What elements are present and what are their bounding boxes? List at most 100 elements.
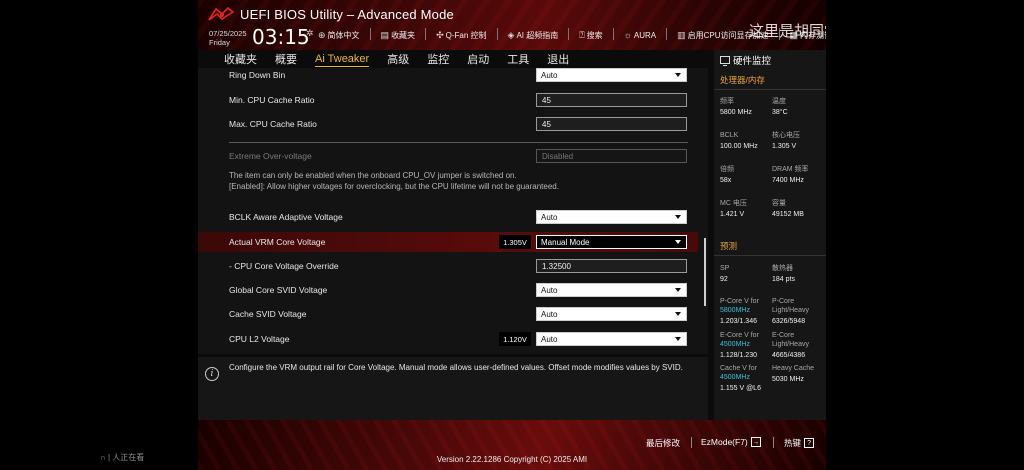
toolbar-item-search[interactable]: ⍰ 搜索 (579, 28, 602, 42)
vrm-core-mode-select[interactable]: Manual Mode (536, 235, 687, 249)
ring-down-bin-select[interactable]: Auto (536, 68, 687, 82)
setting-label: BCLK Aware Adaptive Voltage (229, 212, 343, 222)
hw-value: 184 pts (772, 276, 795, 283)
l2-voltage-select[interactable]: Auto (536, 332, 687, 346)
help-text: Configure the VRM output rail for Core V… (229, 363, 683, 372)
setting-row-vrm-core-voltage[interactable]: Actual VRM Core Voltage 1.305V Manual Mo… (198, 232, 698, 252)
hw-frequency: 频率 5800 MHz (720, 97, 752, 117)
tab-3[interactable]: 高级 (387, 51, 409, 67)
tab-1[interactable]: 概要 (275, 51, 297, 67)
hw-section-prediction: 预测 (714, 240, 826, 256)
hw-title-text: 硬件监控 (733, 56, 772, 67)
hw-value: 4665/4386 (772, 352, 806, 359)
footer-divider (773, 437, 774, 448)
setting-label: Actual VRM Core Voltage (229, 237, 326, 247)
caret-down-icon (675, 288, 681, 292)
setting-row-cache-svid[interactable]: Cache SVID Voltage Auto (198, 304, 698, 324)
setting-label: Ring Down Bin (229, 70, 286, 80)
caret-down-icon (675, 312, 681, 316)
tab-2[interactable]: Ai Tweaker (315, 53, 370, 67)
app-title: UEFI BIOS Utility – Advanced Mode (240, 7, 454, 22)
toolbar-divider (666, 28, 668, 40)
hw-pcore-light-heavy: P-Core Light/Heavy 6326/5948 (772, 297, 822, 326)
hw-key: DRAM 频率 (772, 166, 809, 173)
tab-6[interactable]: 工具 (507, 51, 529, 67)
toolbar-divider (425, 28, 427, 40)
hw-key: E-Core Light/Heavy (772, 332, 809, 348)
toolbar-divider (612, 28, 614, 40)
hw-mc-voltage: MC 电压 1.421 V (720, 199, 747, 219)
footer-label: EzMode(F7) (701, 437, 748, 447)
tab-0[interactable]: 收藏夹 (224, 51, 257, 67)
setting-row-global-svid[interactable]: Global Core SVID Voltage Auto (198, 280, 698, 300)
hw-freq: 4500MHz (720, 341, 750, 348)
clock-time[interactable]: 03:15 (252, 25, 310, 49)
video-watermark: 这里是胡同学bilibili (749, 20, 826, 44)
toolbar-divider (568, 28, 570, 40)
cache-svid-select[interactable]: Auto (536, 307, 687, 321)
help-panel: i Configure the VRM output rail for Core… (198, 357, 708, 420)
hw-key: Cache V for (720, 365, 757, 372)
toolbar-item-label: Q-Fan 控制 (445, 30, 487, 40)
setting-row-core-voltage-override[interactable]: - CPU Core Voltage Override 1.32500 (198, 256, 698, 276)
toolbar-item-bookmark[interactable]: ▤ 收藏夹 (381, 28, 416, 42)
bookmark-icon: ▤ (380, 29, 390, 40)
aura-icon: ☼ (623, 30, 632, 40)
setting-label: Cache SVID Voltage (229, 309, 307, 319)
setting-label: Global Core SVID Voltage (229, 285, 328, 295)
setting-row-min-cache-ratio[interactable]: Min. CPU Cache Ratio 45 (198, 90, 698, 110)
caret-down-icon (675, 337, 681, 341)
stream-viewer-status: ∩ | 人正在看 (100, 453, 145, 462)
ezmode-button[interactable]: EzMode(F7) → (701, 437, 761, 447)
setting-row-l2-voltage[interactable]: CPU L2 Voltage 1.120V Auto (198, 329, 698, 349)
footer-label: 最后修改 (646, 438, 681, 448)
min-cache-ratio-input[interactable]: 45 (536, 93, 687, 107)
setting-label: Extreme Over-voltage (229, 151, 312, 161)
tab-7[interactable]: 退出 (547, 51, 569, 67)
hw-pcore-v: P-Core V for 5800MHz 1.203/1.346 (720, 297, 770, 326)
header-bar: UEFI BIOS Utility – Advanced Mode 07/25/… (198, 0, 826, 50)
footer-divider (691, 437, 692, 448)
setting-row-ring-down-bin[interactable]: Ring Down Bin Auto (198, 68, 698, 85)
toolbar-item-fan[interactable]: ✣ Q-Fan 控制 (436, 28, 486, 42)
select-value: Auto (541, 70, 558, 80)
toolbar-item-aura[interactable]: ☼ AURA (624, 28, 656, 42)
hw-value: 38°C (772, 109, 788, 116)
hw-dram-frequency: DRAM 频率 7400 MHz (772, 165, 809, 185)
voltage-reading-badge: 1.120V (499, 332, 531, 346)
date-text: 07/25/2025 (209, 29, 247, 38)
global-svid-select[interactable]: Auto (536, 283, 687, 297)
help-icon: ? (804, 438, 815, 448)
hw-key: E-Core V for (720, 332, 759, 339)
toolbar-item-globe[interactable]: ⊕ 简体中文 (318, 28, 360, 42)
hw-value: 100.00 MHz (720, 143, 758, 150)
clock-settings-icon[interactable]: ✲ (306, 28, 314, 39)
hw-key: 倍频 (720, 166, 734, 173)
main-tabs: 收藏夹 概要 Ai Tweaker 高级 监控 启动 工具 退出 (198, 50, 708, 68)
tab-4[interactable]: 监控 (427, 51, 449, 67)
max-cache-ratio-input[interactable]: 45 (536, 117, 687, 131)
toolbar-item-ai[interactable]: ◈ AI 超频指南 (508, 28, 559, 42)
bclk-aware-select[interactable]: Auto (536, 210, 687, 224)
last-modified-button[interactable]: 最后修改 (646, 437, 680, 449)
hotkeys-button[interactable]: 热键? (784, 437, 815, 449)
hw-temperature: 温度 38°C (772, 97, 788, 117)
version-text: Version 2.22.1286 Copyright (C) 2025 AMI (436, 455, 588, 464)
extreme-ov-note: The item can only be enabled when the on… (229, 171, 559, 191)
setting-row-bclk-aware[interactable]: BCLK Aware Adaptive Voltage Auto (198, 207, 698, 227)
hw-key: MC 电压 (720, 200, 747, 207)
setting-row-max-cache-ratio[interactable]: Max. CPU Cache Ratio 45 (198, 114, 698, 134)
core-voltage-override-input[interactable]: 1.32500 (536, 259, 687, 273)
tab-5[interactable]: 启动 (467, 51, 489, 67)
bios-window: UEFI BIOS Utility – Advanced Mode 07/25/… (198, 0, 826, 470)
hw-core-voltage: 核心电压 1.305 V (772, 131, 800, 151)
setting-row-extreme-ov: Extreme Over-voltage Disabled (198, 146, 698, 166)
rog-logo-icon (208, 6, 234, 21)
scrollbar-thumb[interactable] (704, 238, 706, 306)
toolbar-divider (496, 28, 498, 40)
settings-panel: Ring Down Bin Auto Min. CPU Cache Ratio … (198, 68, 708, 354)
globe-icon: ⊕ (318, 29, 326, 40)
hw-heavy-cache: Heavy Cache 5030 MHz (772, 364, 822, 384)
hw-value: 49152 MB (772, 211, 804, 218)
footer-bar: 最后修改 EzMode(F7) → 热键? Version 2.22.1286 C… (198, 420, 826, 470)
